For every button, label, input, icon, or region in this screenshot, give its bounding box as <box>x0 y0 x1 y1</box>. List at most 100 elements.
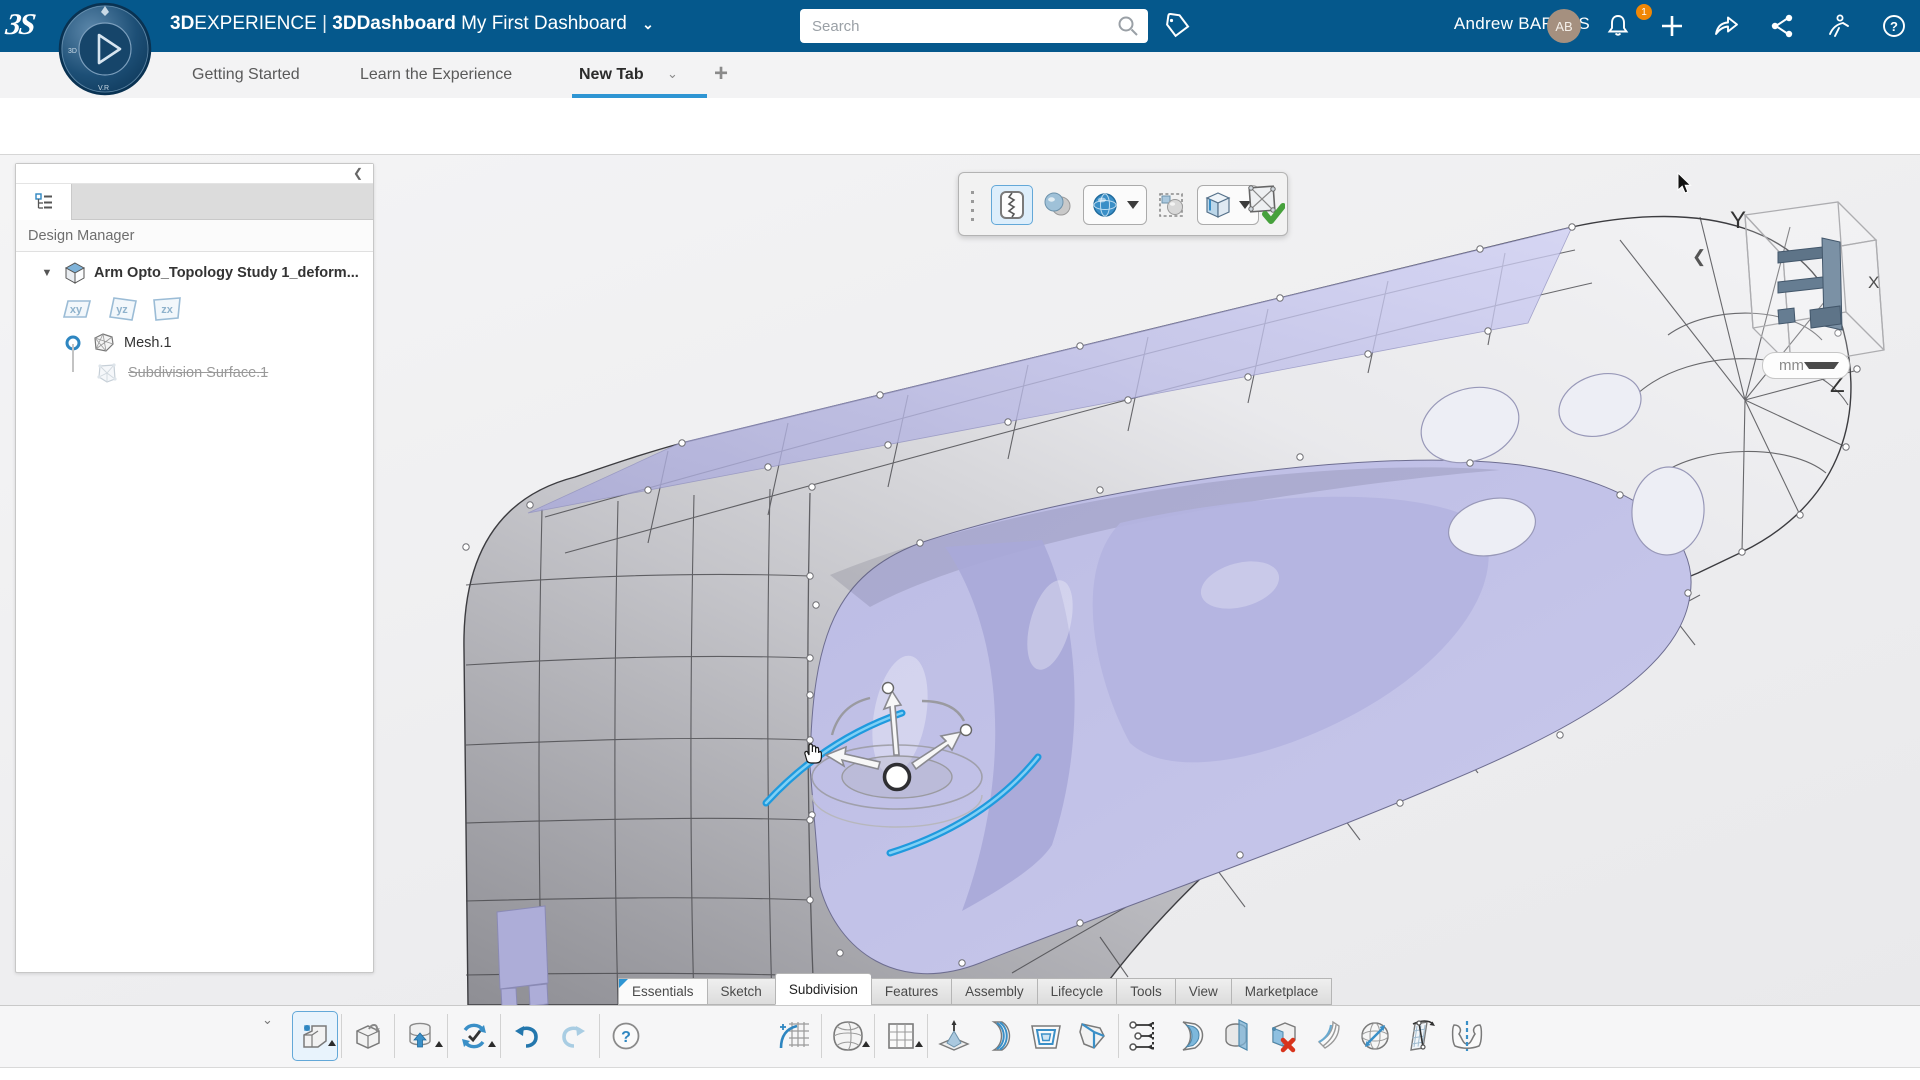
delete-face-button[interactable] <box>1260 1011 1306 1061</box>
tree-node-mesh[interactable]: Mesh.1 <box>64 330 172 356</box>
add-tab-icon[interactable]: + <box>714 60 728 88</box>
tree-structure-icon <box>34 193 52 209</box>
project-sphere-button[interactable] <box>1352 1011 1398 1061</box>
root-node-label[interactable]: Arm Opto_Topology Study 1_deform... <box>94 265 359 281</box>
edge-handle-dot[interactable] <box>881 681 895 695</box>
ribbon-tab-marketplace[interactable]: Marketplace <box>1230 978 1333 1005</box>
toolbar-drag-handle[interactable] <box>971 191 975 221</box>
dropdown-mini-icon[interactable] <box>435 1041 443 1047</box>
align-points-button[interactable] <box>1122 1011 1168 1061</box>
plane-xy-icon[interactable]: xy <box>62 294 96 324</box>
brand-experience: EXPERIENCE <box>194 13 317 34</box>
bend-surface-button[interactable] <box>977 1011 1023 1061</box>
dashboard-chevron-icon[interactable]: ⌄ <box>642 16 654 32</box>
crease-edge-button[interactable] <box>1306 1011 1352 1061</box>
subdivision-box-button[interactable] <box>825 1011 871 1061</box>
tree-root-node[interactable]: ▼ Arm Opto_Topology Study 1_deform... <box>38 260 359 286</box>
ribbon-tab-essentials[interactable]: Essentials <box>618 978 707 1005</box>
ribbon-tab-features[interactable]: Features <box>870 978 952 1005</box>
ribbon-tab-lifecycle[interactable]: Lifecycle <box>1036 978 1117 1005</box>
import-content-button[interactable] <box>345 1011 391 1061</box>
search-input[interactable] <box>812 17 1116 35</box>
avatar[interactable]: AB <box>1547 9 1581 43</box>
mesh-node-label[interactable]: Mesh.1 <box>124 335 172 351</box>
reference-planes: xy yz zx <box>62 294 184 324</box>
global-search[interactable] <box>800 9 1148 43</box>
ribbon-tab-view[interactable]: View <box>1174 978 1231 1005</box>
tab-learn-the-experience[interactable]: Learn the Experience <box>360 52 512 98</box>
undo-button[interactable] <box>504 1011 550 1061</box>
edge-handle-dot[interactable] <box>959 723 973 737</box>
save-icon <box>409 1022 431 1048</box>
new-content-button[interactable] <box>292 1011 338 1061</box>
redo-button[interactable] <box>550 1011 596 1061</box>
mirror-plane-button[interactable] <box>1398 1011 1444 1061</box>
app-window-header <box>0 98 1920 155</box>
tag-icon[interactable] <box>1162 11 1192 41</box>
top-bar: 3S 3DEXPERIENCE | 3DDashboard My First D… <box>0 0 1920 52</box>
axis-x-label: X <box>1868 273 1879 292</box>
add-icon[interactable] <box>1658 12 1686 40</box>
svg-text:yz: yz <box>116 304 128 316</box>
display-mode-group[interactable] <box>1083 185 1147 225</box>
context-toolbar <box>958 172 1288 236</box>
plane-yz-icon[interactable]: yz <box>106 294 140 324</box>
tree-view-tab[interactable] <box>16 184 72 220</box>
dropdown-mini-icon[interactable] <box>862 1041 870 1047</box>
validate-cage-icon <box>1248 185 1285 224</box>
extract-face-icon <box>1079 1023 1105 1049</box>
toolbar-help-icon: ? <box>612 1022 640 1050</box>
dropdown-mini-icon[interactable] <box>328 1040 336 1046</box>
plane-zx-icon[interactable]: zx <box>150 294 184 324</box>
tab-getting-started[interactable]: Getting Started <box>192 52 300 98</box>
dashboard-name[interactable]: My First Dashboard <box>461 13 627 34</box>
surface-grid-button[interactable] <box>772 1011 818 1061</box>
extrude-face-button[interactable] <box>931 1011 977 1061</box>
help-icon[interactable]: ? <box>1880 12 1908 40</box>
ribbon-tab-assembly[interactable]: Assembly <box>951 978 1037 1005</box>
tree-node-subdivision-surface[interactable]: Subdivision Surface.1 <box>94 360 268 386</box>
dropdown-mini-icon[interactable] <box>488 1041 496 1047</box>
search-icon[interactable] <box>1116 14 1140 38</box>
help-button[interactable]: ? <box>603 1011 649 1061</box>
extract-face-button[interactable] <box>1069 1011 1115 1061</box>
update-button[interactable] <box>451 1011 497 1061</box>
panel-collapse-icon[interactable]: ❮ <box>353 166 363 180</box>
pick-filter-button[interactable] <box>1157 189 1189 221</box>
inset-face-button[interactable] <box>1023 1011 1069 1061</box>
units-dropdown[interactable]: mm <box>1762 352 1850 379</box>
validate-button[interactable] <box>1245 185 1285 225</box>
3dexperience-compass[interactable]: 3D V.R <box>58 2 153 97</box>
tab-options-chevron-icon[interactable]: ⌄ <box>667 66 678 82</box>
svg-text:?: ? <box>1890 19 1898 34</box>
symmetry-icon <box>1451 1021 1483 1051</box>
notifications-bell-icon[interactable] <box>1604 12 1632 40</box>
save-button[interactable] <box>398 1011 444 1061</box>
community-person-icon[interactable] <box>1824 12 1852 40</box>
share-network-icon[interactable] <box>1768 12 1796 40</box>
tab-new-tab[interactable]: New Tab <box>579 52 644 98</box>
split-plane-icon <box>1225 1019 1248 1051</box>
ribbon-tab-sketch[interactable]: Sketch <box>706 978 775 1005</box>
share-forward-icon[interactable] <box>1712 12 1740 40</box>
match-curvature-button[interactable] <box>1168 1011 1214 1061</box>
crease-edges-button[interactable] <box>991 185 1033 225</box>
display-mode-dropdown-icon[interactable] <box>1126 201 1139 209</box>
align-points-icon <box>1129 1021 1154 1051</box>
dassault-logo[interactable]: 3S <box>4 8 36 42</box>
units-value: mm <box>1779 357 1804 374</box>
mesh-icon <box>94 333 114 352</box>
compass-3d-label: 3D <box>68 48 77 55</box>
blend-spheres-button[interactable] <box>1041 189 1075 221</box>
symmetry-button[interactable] <box>1444 1011 1490 1061</box>
split-plane-button[interactable] <box>1214 1011 1260 1061</box>
display-globe-icon <box>1093 193 1118 217</box>
dropdown-mini-icon[interactable] <box>915 1041 923 1047</box>
viewport-panel-collapse-icon[interactable]: ❮ <box>1692 247 1706 267</box>
ribbon-tab-subdivision[interactable]: Subdivision <box>774 973 871 1005</box>
toolbar-collapse-icon[interactable]: ⌄ <box>262 1012 273 1028</box>
expand-triangle-icon[interactable]: ▼ <box>38 267 56 279</box>
subdivision-node-label[interactable]: Subdivision Surface.1 <box>128 365 268 381</box>
ribbon-tab-tools[interactable]: Tools <box>1116 978 1175 1005</box>
subdivision-plane-button[interactable] <box>878 1011 924 1061</box>
